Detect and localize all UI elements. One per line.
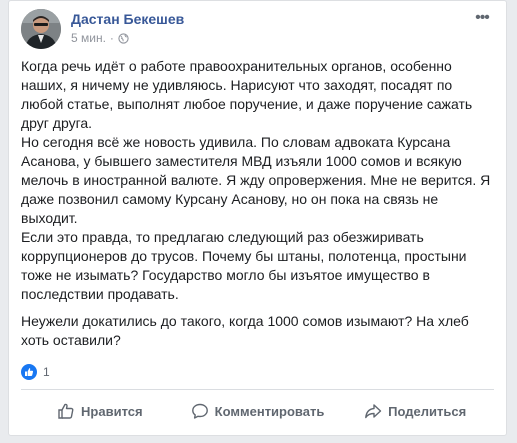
author-avatar[interactable] — [21, 9, 61, 49]
post-paragraph: Неужели докатились до такого, когда 1000… — [21, 313, 469, 348]
share-button[interactable]: Поделиться — [336, 393, 494, 429]
post-paragraph: Когда речь идёт о работе правоохранитель… — [21, 58, 473, 131]
post-timestamp[interactable]: 5 мин. — [71, 31, 106, 45]
meta-separator: · — [109, 31, 114, 45]
like-label: Нравится — [81, 403, 143, 419]
post-header: Дастан Бекешев 5 мин. · ••• — [21, 9, 494, 49]
post-body: Когда речь идёт о работе правоохранитель… — [21, 57, 493, 350]
post-paragraph: Если это правда, то предлагаю следующий … — [21, 229, 467, 302]
share-label: Поделиться — [388, 403, 467, 419]
actions-divider — [21, 389, 494, 390]
reactions-summary[interactable]: 1 — [21, 363, 50, 381]
comment-icon — [191, 403, 208, 419]
more-options-icon[interactable]: ••• — [470, 9, 494, 27]
like-reaction-icon — [21, 364, 37, 380]
globe-icon[interactable] — [118, 32, 129, 44]
comment-button[interactable]: Комментировать — [179, 393, 337, 429]
post-meta: 5 мин. · — [71, 31, 129, 45]
like-button[interactable]: Нравится — [21, 393, 179, 429]
share-icon — [365, 404, 382, 419]
post-actions: Нравится Комментировать Поделиться — [21, 393, 494, 429]
comment-label: Комментировать — [214, 403, 325, 419]
thumbs-up-icon — [58, 403, 74, 419]
author-name[interactable]: Дастан Бекешев — [71, 11, 184, 27]
avatar-image — [21, 9, 61, 49]
reaction-count: 1 — [43, 365, 50, 379]
post-card: Дастан Бекешев 5 мин. · ••• Когда речь и… — [8, 0, 507, 436]
post-paragraph: Но сегодня всё же новость удивила. По сл… — [21, 134, 491, 226]
